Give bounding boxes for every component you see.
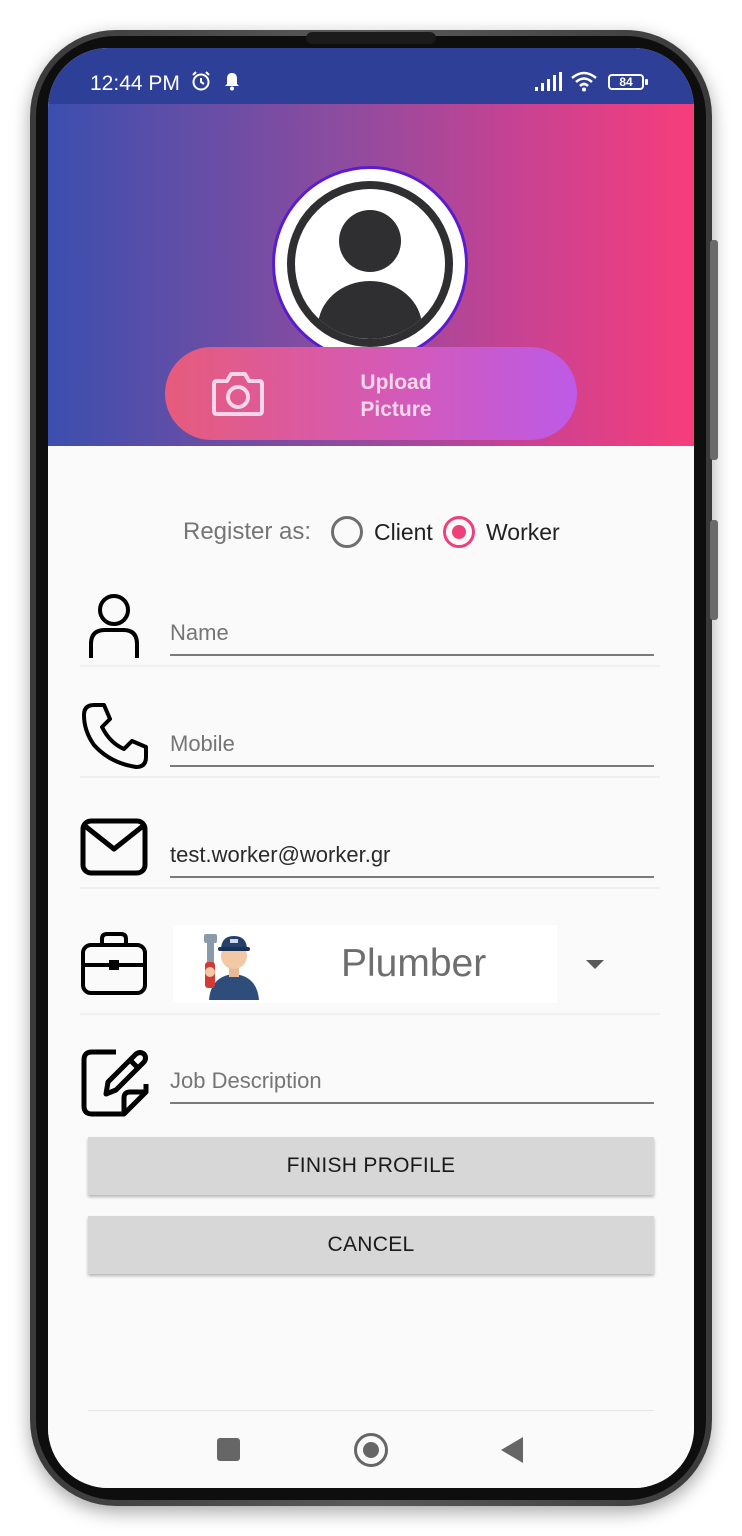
- phone-icon: [82, 703, 148, 769]
- status-bar: 12:44 PM 84: [48, 48, 694, 104]
- app-screen: 12:44 PM 84 Upload Picture Register as: …: [48, 48, 694, 1488]
- finish-profile-button[interactable]: FINISH PROFILE: [88, 1137, 654, 1195]
- email-input[interactable]: [170, 842, 654, 878]
- briefcase-icon: [81, 932, 147, 995]
- alarm-icon: [192, 71, 210, 91]
- person-icon: [89, 594, 139, 658]
- register-as-label: Register as:: [183, 518, 312, 545]
- register-as-row: Register as: Client Worker: [48, 514, 694, 554]
- worker-radio-label[interactable]: Worker: [486, 519, 560, 546]
- home-circle-icon[interactable]: [354, 1433, 388, 1467]
- client-radio[interactable]: [331, 516, 363, 548]
- email-row: [80, 810, 660, 890]
- camera-icon: [212, 372, 264, 416]
- camera-notch: [306, 32, 436, 44]
- user-avatar-icon: [286, 180, 454, 348]
- job-spinner-value: Plumber: [341, 942, 487, 985]
- name-input[interactable]: [170, 620, 654, 656]
- mobile-row-divider: [80, 776, 660, 778]
- job-spinner[interactable]: Plumber: [173, 925, 557, 1003]
- profile-avatar[interactable]: [272, 166, 468, 362]
- description-row: [80, 1046, 660, 1126]
- navigation-bar: [48, 1410, 694, 1488]
- name-row: [80, 588, 660, 668]
- mobile-input[interactable]: [170, 731, 654, 767]
- upload-picture-label: Upload Picture: [360, 371, 432, 421]
- dropdown-arrow-icon[interactable]: [586, 960, 604, 969]
- upload-picture-button[interactable]: Upload Picture: [165, 347, 577, 440]
- wifi-icon: [571, 71, 597, 92]
- volume-button: [710, 240, 718, 460]
- power-button: [710, 520, 718, 620]
- worker-radio[interactable]: [443, 516, 475, 548]
- name-row-divider: [80, 665, 660, 667]
- edit-note-icon: [81, 1049, 149, 1117]
- mail-icon: [80, 818, 148, 876]
- battery-icon: 84: [608, 74, 648, 90]
- recents-square-icon[interactable]: [217, 1438, 240, 1461]
- battery-tip: [645, 79, 648, 85]
- home-circle-inner: [363, 1442, 379, 1458]
- client-radio-label[interactable]: Client: [374, 519, 433, 546]
- signal-icon: [535, 72, 562, 91]
- status-time: 12:44 PM: [90, 72, 180, 95]
- notification-bell-icon: [225, 73, 239, 91]
- back-triangle-icon[interactable]: [501, 1437, 523, 1463]
- job-description-input[interactable]: [170, 1068, 654, 1104]
- plumber-icon: [204, 934, 259, 1000]
- mobile-row: [80, 699, 660, 779]
- email-row-divider: [80, 887, 660, 889]
- navigation-divider: [88, 1410, 654, 1411]
- cancel-button[interactable]: CANCEL: [88, 1216, 654, 1274]
- job-row-divider: [80, 1013, 660, 1015]
- battery-level: 84: [619, 75, 633, 89]
